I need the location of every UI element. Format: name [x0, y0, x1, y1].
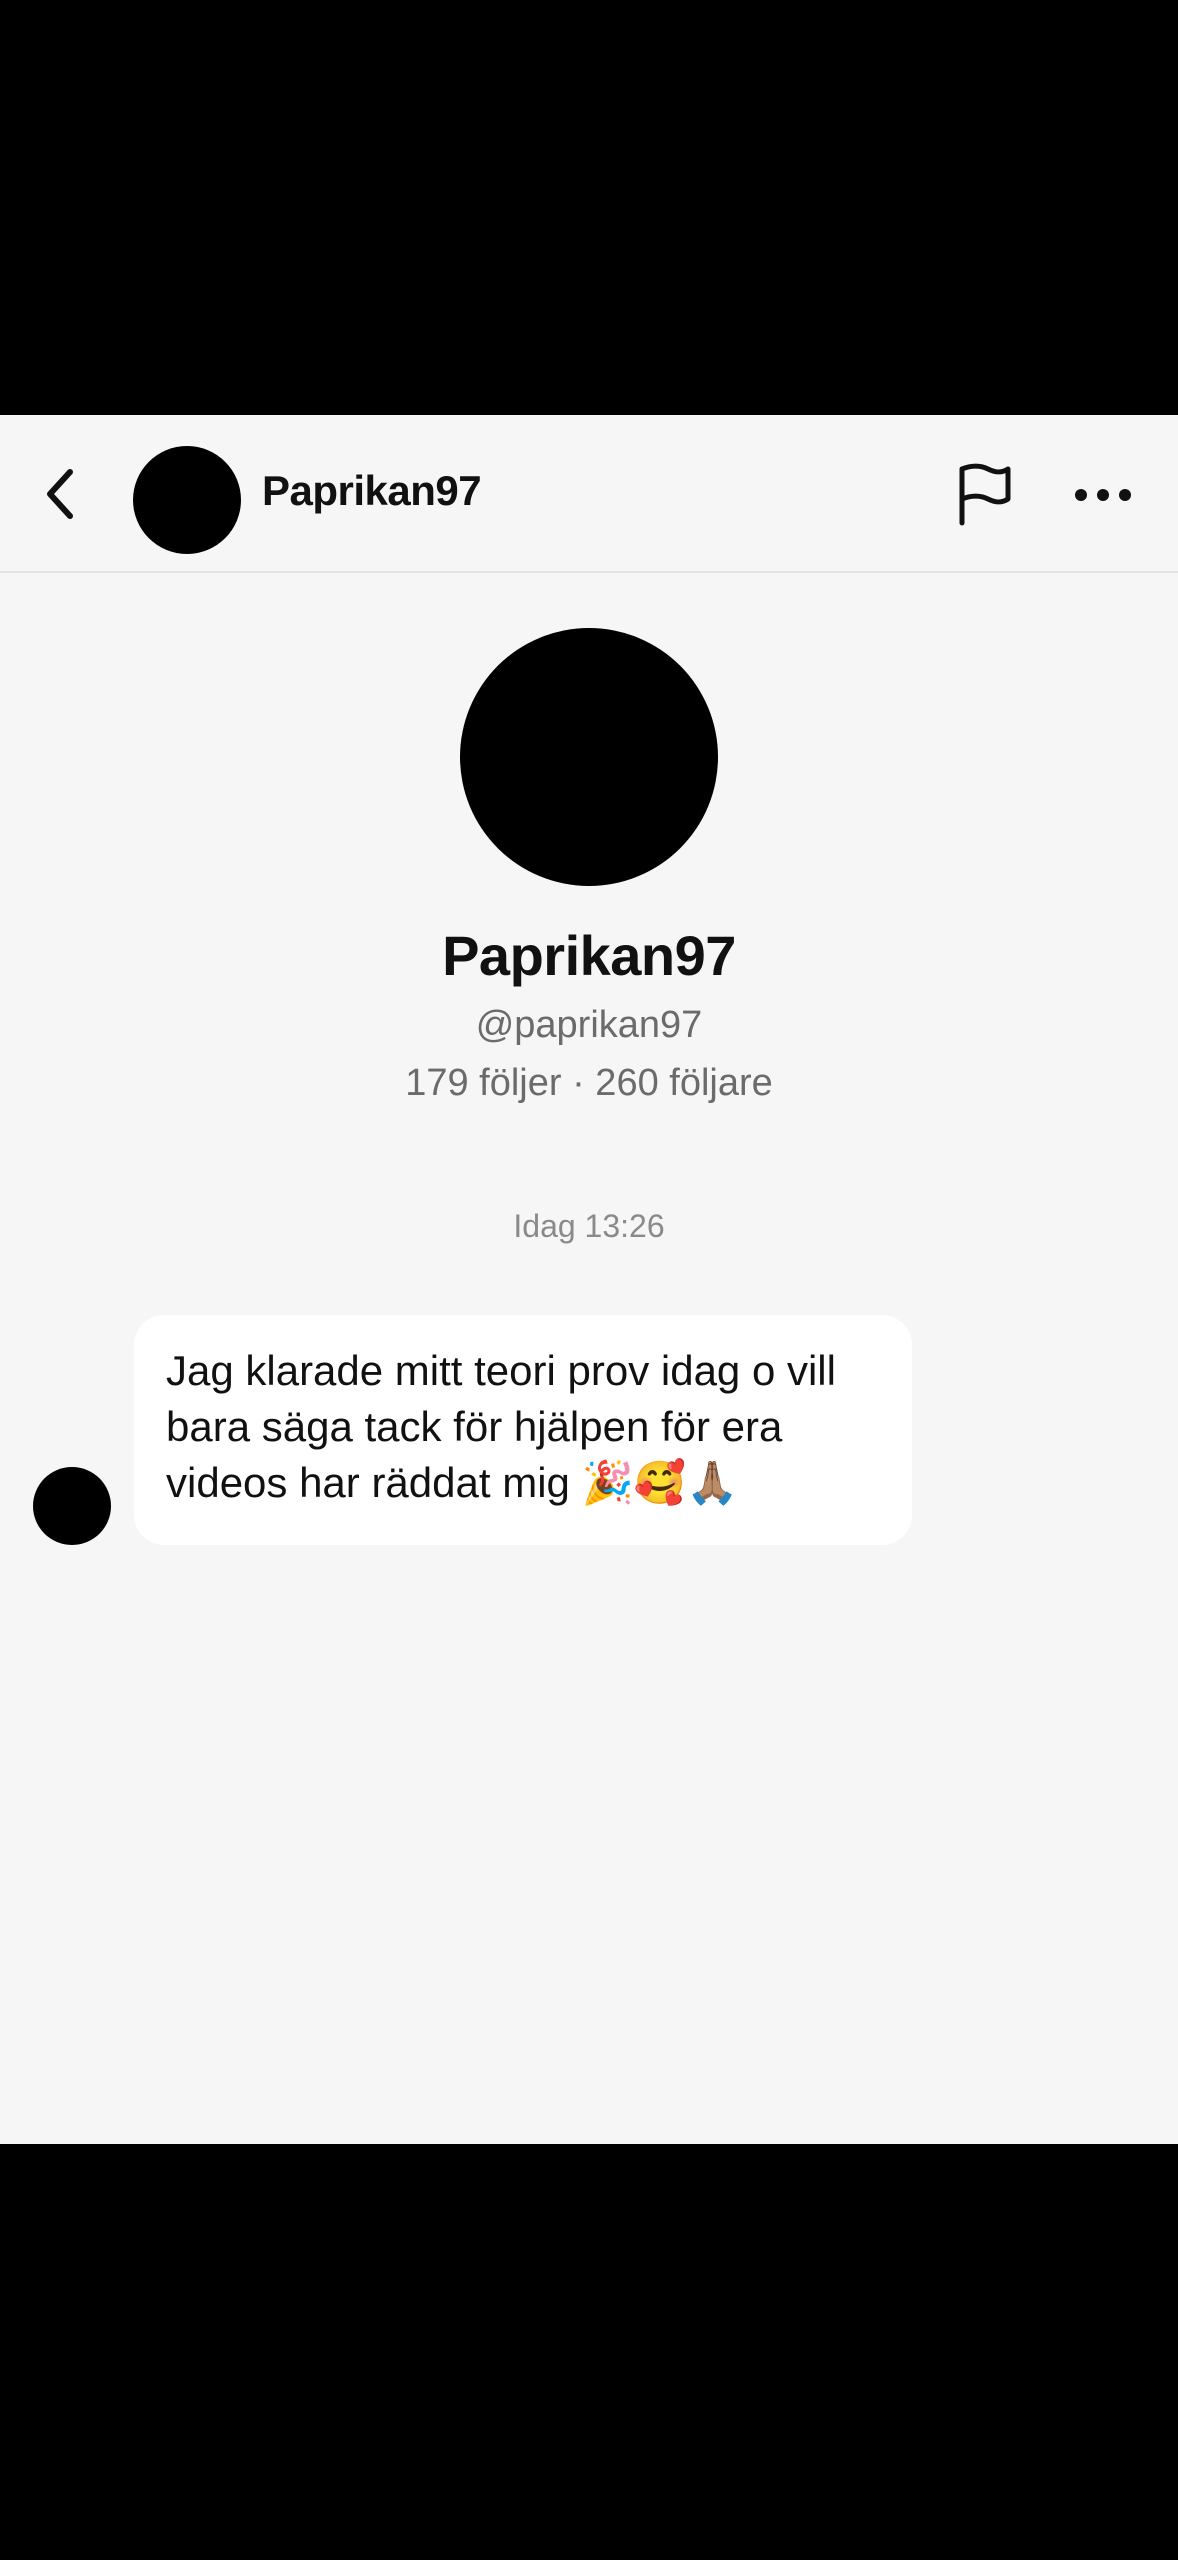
more-horizontal-icon: [1075, 489, 1131, 501]
more-button[interactable]: [1064, 465, 1142, 525]
flag-icon: [959, 463, 1011, 526]
profile-stats: 179 följer · 260 följare: [405, 1062, 773, 1104]
profile-display-name: Paprikan97: [442, 924, 736, 987]
profile-avatar[interactable]: [460, 628, 718, 886]
message-bubble[interactable]: Jag klarade mitt teori prov idag o vill …: [134, 1315, 912, 1545]
header-avatar[interactable]: [133, 446, 241, 554]
message-text: Jag klarade mitt teori prov idag o vill …: [166, 1347, 836, 1506]
sender-avatar[interactable]: [33, 1467, 111, 1545]
report-button[interactable]: [948, 459, 1020, 531]
back-button[interactable]: [28, 455, 92, 533]
chat-screen: Paprikan97 Paprikan97 @paprikan97 179 fö…: [0, 415, 1178, 2144]
header-username[interactable]: Paprikan97: [262, 467, 482, 515]
chevron-left-icon: [47, 469, 73, 519]
phone-frame: Paprikan97 Paprikan97 @paprikan97 179 fö…: [0, 0, 1178, 2560]
chat-header: Paprikan97: [0, 415, 1178, 573]
profile-handle: @paprikan97: [475, 1004, 703, 1046]
message-timestamp: Idag 13:26: [513, 1208, 665, 1244]
